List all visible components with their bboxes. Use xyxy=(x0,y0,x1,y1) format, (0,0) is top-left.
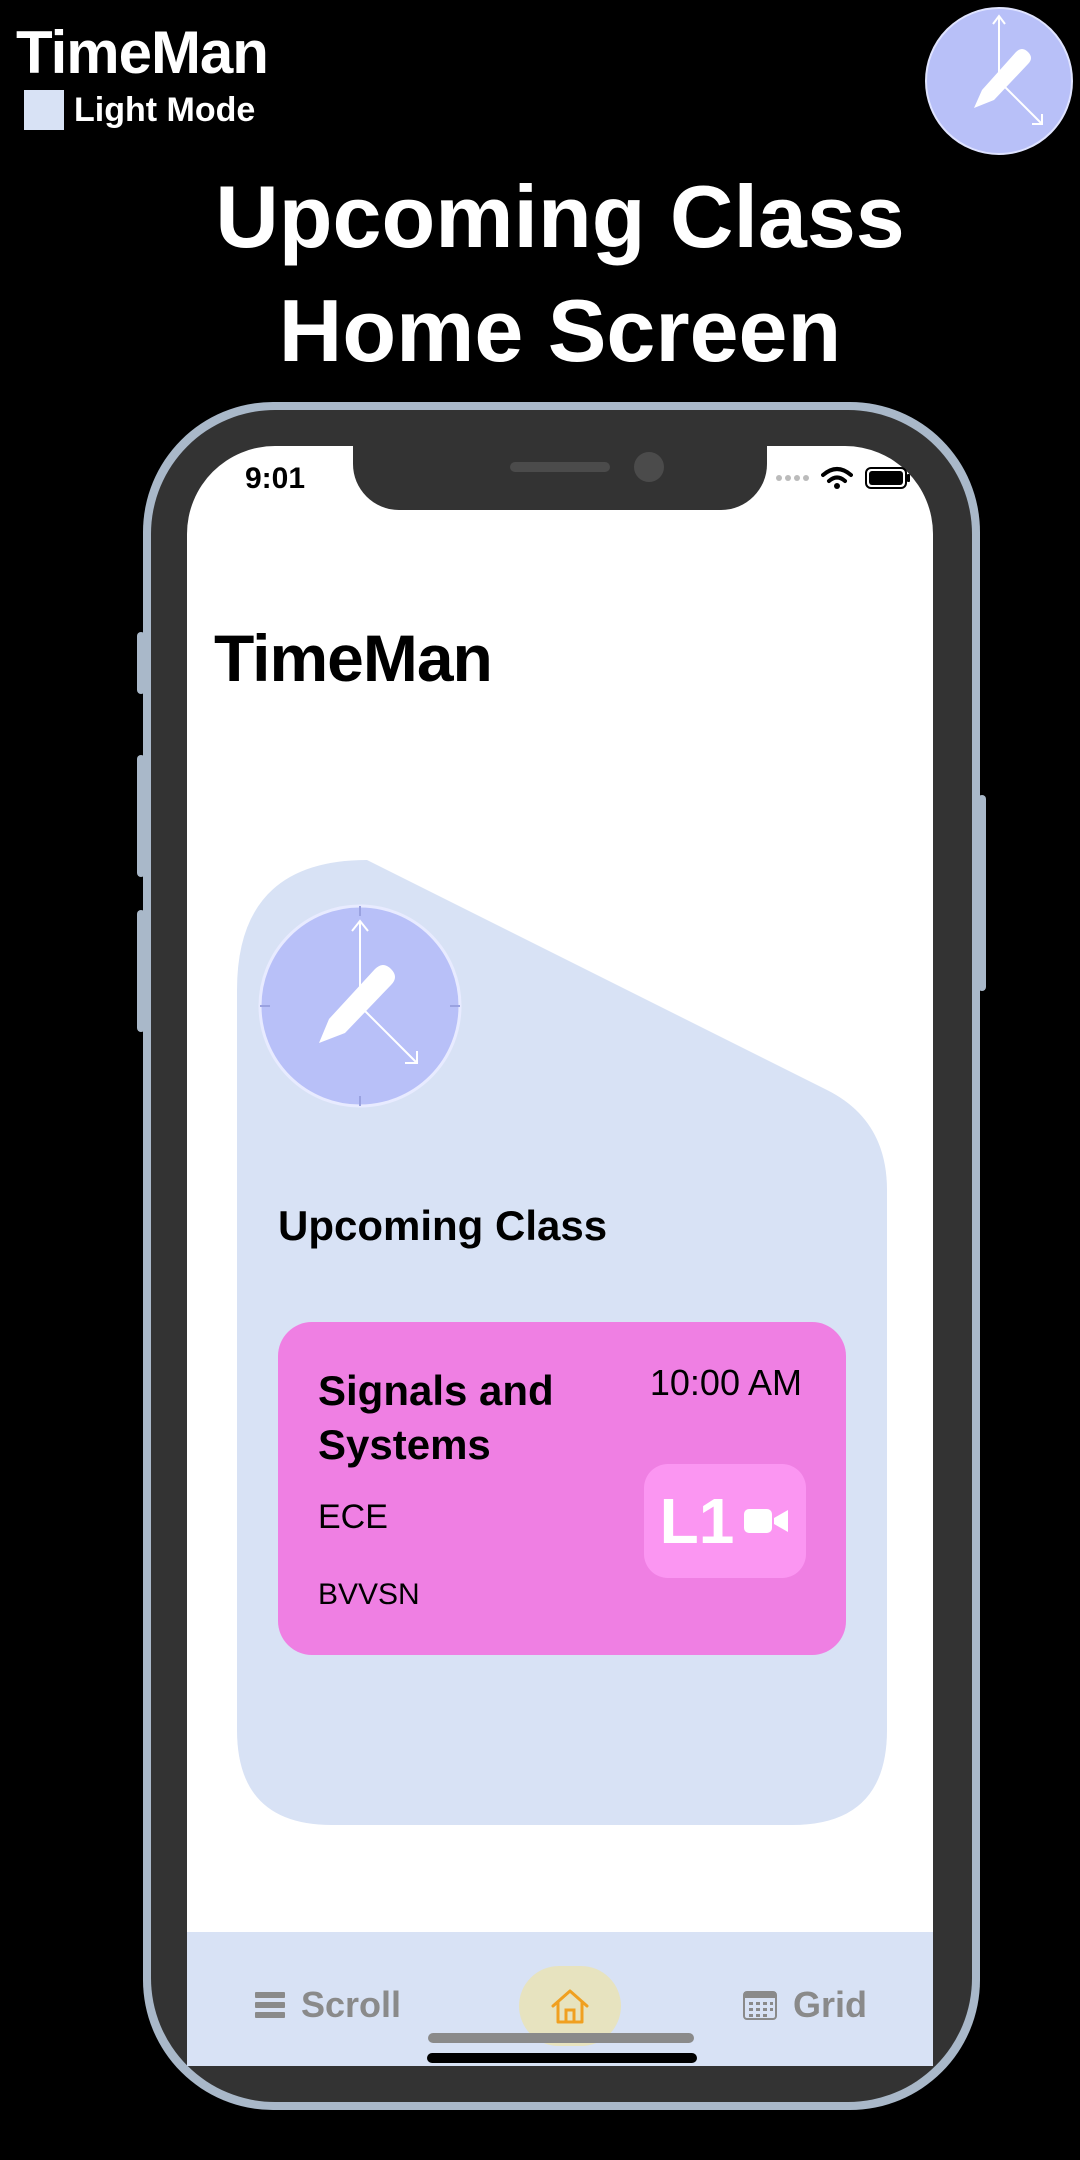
class-professor: BVVSN xyxy=(318,1578,420,1611)
class-card[interactable]: Signals and Systems 10:00 AM ECE BVVSN L… xyxy=(278,1322,846,1655)
battery-icon xyxy=(865,467,910,489)
nav-grid[interactable]: Grid xyxy=(743,1984,867,2026)
room-label: L1 xyxy=(659,1485,735,1557)
nav-scroll-label: Scroll xyxy=(301,1984,402,2025)
headline-line-1: Upcoming Class xyxy=(215,167,905,266)
class-name: Signals and Systems xyxy=(318,1367,554,1468)
page-headline: Upcoming Class Home Screen xyxy=(0,160,1080,388)
status-time: 9:01 xyxy=(245,462,306,495)
volume-up-button xyxy=(137,755,145,877)
volume-down-button xyxy=(137,910,145,1032)
headline-line-2: Home Screen xyxy=(278,281,842,380)
home-indicator[interactable] xyxy=(427,2053,697,2063)
class-department: ECE xyxy=(318,1498,388,1536)
brand-title: TimeMan xyxy=(16,19,269,86)
app-title: TimeMan xyxy=(214,621,493,695)
home-indicator-shadow xyxy=(428,2033,694,2043)
clock-pencil-icon xyxy=(258,904,462,1108)
nav-grid-label: Grid xyxy=(793,1984,868,2025)
video-camera-icon xyxy=(744,1509,789,1533)
signal-icon xyxy=(776,475,809,481)
speaker xyxy=(510,462,610,472)
light-mode-toggle[interactable]: Light Mode xyxy=(24,90,255,130)
front-camera xyxy=(634,452,664,482)
list-icon xyxy=(255,1992,285,2018)
mute-switch xyxy=(137,632,145,694)
calendar-grid-icon xyxy=(743,1991,777,2020)
wifi-icon xyxy=(821,467,853,489)
clock-pencil-icon xyxy=(925,7,1073,155)
room-badge[interactable]: L1 xyxy=(644,1464,806,1578)
mode-swatch xyxy=(24,90,64,130)
light-mode-label: Light Mode xyxy=(74,90,256,129)
class-time: 10:00 AM xyxy=(649,1362,802,1403)
power-button xyxy=(978,795,986,991)
status-icons xyxy=(775,466,911,490)
nav-scroll[interactable]: Scroll xyxy=(255,1984,401,2026)
upcoming-class-label: Upcoming Class xyxy=(278,1202,608,1249)
notch xyxy=(353,446,767,510)
home-icon xyxy=(551,1989,589,2024)
